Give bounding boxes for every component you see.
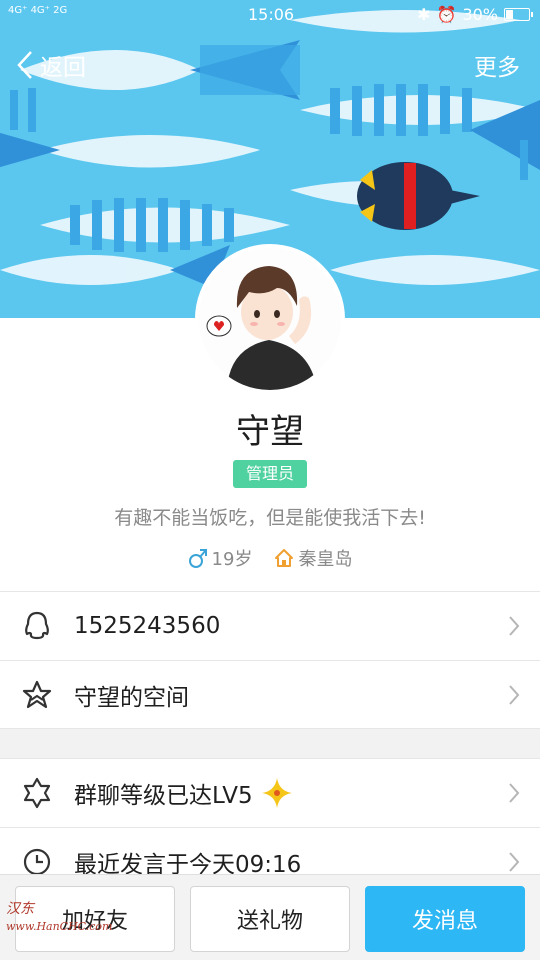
home-icon [275, 549, 294, 567]
row-group-level[interactable]: 群聊等级已达LV5 [0, 758, 540, 826]
profile-meta: 19岁 秦皇岛 [0, 545, 540, 571]
star-badge-icon [20, 776, 54, 810]
row-qq-number[interactable]: 1525243560 [0, 591, 540, 659]
status-bar: 4G⁺ 4G⁺ 2G 15:06 ✱ ⏰ 30% [0, 0, 540, 30]
alarm-icon: ⏰ [436, 5, 457, 24]
star-outline-icon [20, 678, 54, 712]
qzone-label: 守望的空间 [74, 684, 189, 711]
profile-name: 守望 [236, 412, 304, 452]
chevron-left-icon [17, 51, 32, 79]
watermark-url: www.HanCHC.com [6, 920, 113, 933]
group-level-text: 群聊等级已达LV5 [74, 782, 253, 809]
profile-signature: 有趣不能当饭吃，但是能使我活下去! [114, 507, 426, 529]
chevron-right-icon [509, 782, 520, 803]
male-gender-icon [188, 549, 207, 568]
bluetooth-icon: ✱ [417, 5, 431, 24]
role-badge: 管理员 [233, 460, 307, 488]
send-message-button[interactable]: 发消息 [365, 886, 525, 952]
chevron-right-icon [509, 851, 520, 872]
status-right-group: ✱ ⏰ 30% [417, 5, 533, 24]
qq-number-label: 1525243560 [74, 612, 221, 639]
section-divider [0, 728, 540, 758]
location: 秦皇岛 [274, 545, 352, 571]
row-qzone[interactable]: 守望的空间 [0, 660, 540, 728]
watermark: 汉东 www.HanCHC.com [6, 898, 112, 934]
qq-penguin-icon [20, 609, 54, 643]
avatar-illustration [199, 248, 341, 390]
chevron-right-icon [509, 615, 520, 636]
location-text: 秦皇岛 [298, 549, 353, 570]
chevron-right-icon [509, 684, 520, 705]
age-text: 19岁 [211, 549, 253, 570]
back-button[interactable]: 返回 [16, 48, 86, 82]
send-gift-button[interactable]: 送礼物 [190, 886, 350, 952]
back-label: 返回 [40, 55, 86, 81]
battery-icon [504, 8, 533, 21]
more-button[interactable]: 更多 [474, 48, 520, 82]
group-level-label: 群聊等级已达LV5 [74, 776, 293, 810]
network-signal-indicator: 4G⁺ 4G⁺ 2G [8, 5, 68, 16]
nav-bar: 返回 更多 [0, 40, 540, 90]
watermark-text: 汉东 [6, 901, 34, 917]
avatar[interactable] [195, 244, 345, 394]
gender-age: 19岁 [188, 545, 253, 571]
status-time: 15:06 [248, 5, 295, 24]
battery-percent: 30% [462, 5, 498, 24]
diamond-sparkle-icon [261, 777, 292, 808]
